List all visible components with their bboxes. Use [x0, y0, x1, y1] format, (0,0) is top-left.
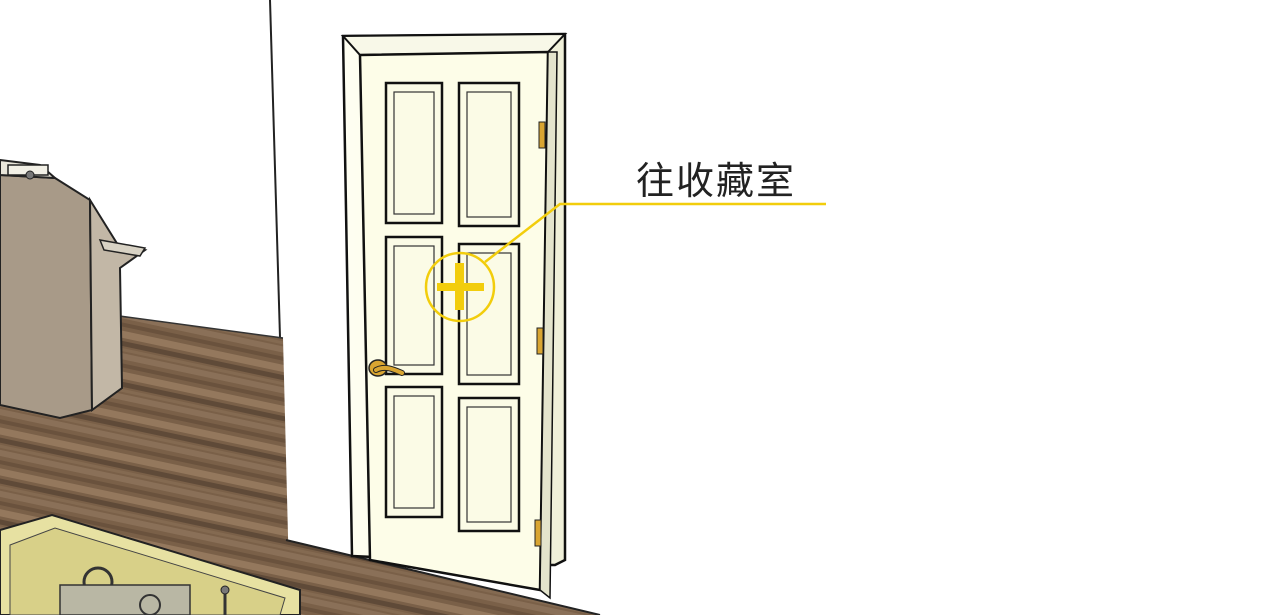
game-scene — [0, 0, 826, 615]
door[interactable] — [340, 32, 568, 600]
hotspot-label[interactable]: 往收藏室 — [636, 150, 796, 205]
